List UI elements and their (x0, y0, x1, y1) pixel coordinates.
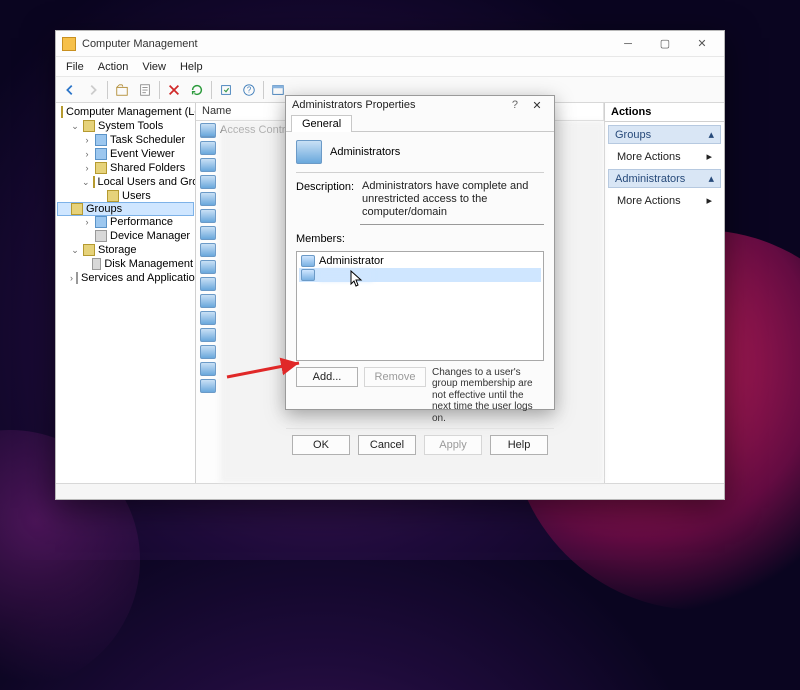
dialog-titlebar[interactable]: Administrators Properties ? ✕ (286, 96, 554, 114)
tab-general[interactable]: General (291, 115, 352, 132)
window-title: Computer Management (82, 38, 610, 50)
dialog-button-row: OK Cancel Apply Help (286, 428, 554, 461)
titlebar[interactable]: Computer Management ─ ▢ ✕ (56, 31, 724, 57)
members-list[interactable]: Administrator hiddenuser (296, 251, 544, 361)
svg-text:?: ? (247, 85, 252, 94)
actions-group-groups[interactable]: Groups▴ (608, 125, 721, 144)
member-item-hidden[interactable]: hiddenuser (299, 268, 541, 282)
tree-services-apps[interactable]: ›Services and Applications (58, 271, 193, 285)
dialog-close-button[interactable]: ✕ (526, 96, 548, 114)
minimize-button[interactable]: ─ (610, 33, 646, 55)
group-icon-strip (196, 121, 220, 483)
maximize-button[interactable]: ▢ (647, 33, 683, 55)
forward-button[interactable] (82, 79, 104, 101)
tree-disk-management[interactable]: Disk Management (58, 257, 193, 271)
members-label: Members: (296, 233, 544, 245)
tree-pane[interactable]: Computer Management (Local ⌄System Tools… (56, 103, 196, 483)
arrow-icon: ▸ (706, 194, 712, 207)
menu-action[interactable]: Action (92, 59, 135, 75)
menu-file[interactable]: File (60, 59, 90, 75)
group-icon (200, 123, 216, 137)
actions-more-groups[interactable]: More Actions▸ (605, 147, 724, 166)
tree-device-manager[interactable]: Device Manager (58, 229, 193, 243)
actions-pane: Actions Groups▴ More Actions▸ Administra… (604, 103, 724, 483)
member-item[interactable]: Administrator (299, 254, 541, 268)
dialog-tabs: General (286, 114, 554, 132)
description-label: Description: (296, 179, 356, 225)
app-icon (62, 37, 76, 51)
collapse-icon: ▴ (708, 128, 714, 141)
actions-header: Actions (605, 103, 724, 122)
tree-users[interactable]: Users (58, 189, 193, 203)
help-button[interactable]: Help (490, 435, 548, 455)
tree-performance[interactable]: ›Performance (58, 215, 193, 229)
export-button[interactable] (215, 79, 237, 101)
statusbar (56, 483, 724, 499)
actions-group-administrators[interactable]: Administrators▴ (608, 169, 721, 188)
tree-event-viewer[interactable]: ›Event Viewer (58, 147, 193, 161)
arrow-icon: ▸ (706, 150, 712, 163)
membership-note: Changes to a user's group membership are… (432, 367, 544, 425)
tree-shared-folders[interactable]: ›Shared Folders (58, 161, 193, 175)
tree-local-users-groups[interactable]: ⌄Local Users and Groups (58, 175, 193, 189)
member-name: Administrator (319, 255, 384, 267)
tree-storage[interactable]: ⌄Storage (58, 243, 193, 257)
collapse-icon: ▴ (708, 172, 714, 185)
group-name-field[interactable]: Administrators (330, 146, 400, 158)
refresh-button[interactable] (186, 79, 208, 101)
prop-button[interactable] (134, 79, 156, 101)
delete-button[interactable] (163, 79, 185, 101)
description-field[interactable]: Administrators have complete and unrestr… (360, 179, 544, 225)
apply-button[interactable]: Apply (424, 435, 482, 455)
help-button[interactable]: ? (238, 79, 260, 101)
group-large-icon (296, 140, 322, 164)
ok-button[interactable]: OK (292, 435, 350, 455)
administrators-properties-dialog: Administrators Properties ? ✕ General Ad… (285, 95, 555, 410)
close-button[interactable]: ✕ (684, 33, 720, 55)
tree-groups[interactable]: Groups (57, 202, 194, 216)
back-button[interactable] (59, 79, 81, 101)
user-icon (301, 269, 315, 281)
add-button[interactable]: Add... (296, 367, 358, 387)
remove-button[interactable]: Remove (364, 367, 426, 387)
actions-more-administrators[interactable]: More Actions▸ (605, 191, 724, 210)
up-button[interactable] (111, 79, 133, 101)
tree-task-scheduler[interactable]: ›Task Scheduler (58, 133, 193, 147)
context-help-button[interactable]: ? (512, 99, 518, 111)
dialog-title: Administrators Properties (292, 99, 512, 111)
user-icon (301, 255, 315, 267)
tree-system-tools[interactable]: ⌄System Tools (58, 119, 193, 133)
col-name[interactable]: Name (196, 103, 296, 120)
tree-root[interactable]: Computer Management (Local (58, 105, 193, 119)
menu-view[interactable]: View (136, 59, 172, 75)
menubar: File Action View Help (56, 57, 724, 77)
cancel-button[interactable]: Cancel (358, 435, 416, 455)
menu-help[interactable]: Help (174, 59, 209, 75)
